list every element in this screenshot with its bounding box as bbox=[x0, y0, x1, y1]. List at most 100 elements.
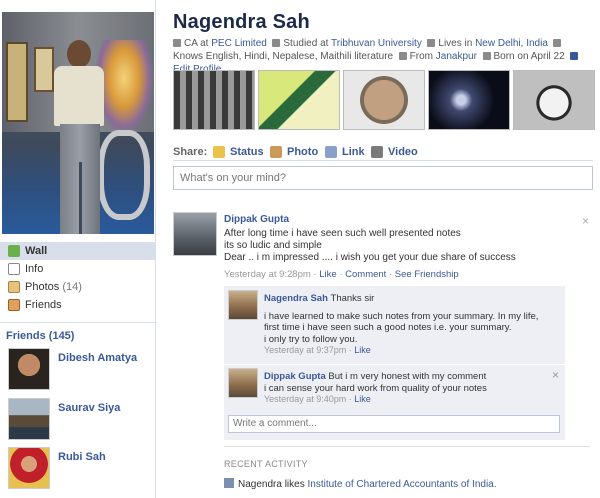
comment-meta: Yesterday at 9:37pm · Like bbox=[264, 345, 371, 355]
friend-item[interactable]: Dibesh Amatya bbox=[8, 348, 154, 394]
briefcase-icon bbox=[173, 39, 181, 47]
info-text: Lives in bbox=[438, 38, 473, 49]
see-friendship-link[interactable]: See Friendship bbox=[395, 269, 459, 280]
wall-icon bbox=[8, 245, 20, 257]
nav-item-info[interactable]: Info bbox=[0, 260, 155, 278]
write-comment-input[interactable]: Write a comment... bbox=[228, 415, 560, 433]
house-icon bbox=[398, 52, 407, 60]
share-option-label: Status bbox=[230, 146, 264, 158]
birthday-text: Born on April 22 bbox=[493, 51, 565, 62]
photo-icon bbox=[270, 146, 282, 158]
work-link[interactable]: PEC Limited bbox=[211, 38, 267, 49]
photo-frame-shape bbox=[6, 42, 28, 122]
recent-activity-title: RECENT ACTIVITY bbox=[224, 459, 308, 469]
divider bbox=[224, 364, 565, 365]
nav-label: Wall bbox=[25, 245, 48, 257]
friends-title[interactable]: Friends (145) bbox=[6, 330, 74, 342]
page-icon bbox=[224, 478, 234, 488]
comment-link[interactable]: Comment bbox=[345, 269, 386, 280]
from-link[interactable]: Janakpur bbox=[436, 51, 477, 62]
info-text: CA at bbox=[184, 38, 209, 49]
share-label: Share: bbox=[173, 146, 208, 158]
comment-line: i have learned to make such notes from y… bbox=[264, 310, 539, 322]
comments-box: Nagendra Sah Thanks sir i have learned t… bbox=[224, 286, 565, 440]
comment-like-link[interactable]: Like bbox=[354, 345, 371, 355]
close-icon[interactable]: × bbox=[582, 214, 589, 228]
comment-text: Dippak Gupta But i m very honest with my… bbox=[264, 371, 556, 406]
comment-line: i can sense your hard work from quality … bbox=[264, 382, 487, 394]
recent-activity-link[interactable]: Institute of Chartered Accountants of In… bbox=[308, 479, 497, 490]
divider bbox=[0, 322, 155, 323]
nav-item-photos[interactable]: Photos (14) bbox=[0, 278, 155, 296]
nav-item-wall[interactable]: Wall bbox=[0, 242, 155, 260]
photo-thumbnail[interactable] bbox=[173, 70, 255, 130]
photo-wheel-shape bbox=[98, 130, 150, 220]
post-author-avatar[interactable] bbox=[173, 212, 217, 256]
photo-thumbnail[interactable] bbox=[428, 70, 510, 130]
link-icon bbox=[325, 146, 337, 158]
photos-count: (14) bbox=[62, 281, 82, 293]
share-photo-button[interactable]: Photo bbox=[270, 146, 318, 158]
share-status-button[interactable]: Status bbox=[213, 146, 264, 158]
friend-name[interactable]: Rubi Sah bbox=[58, 451, 106, 463]
comment-time[interactable]: Yesterday at 9:40pm bbox=[264, 394, 346, 404]
photos-icon bbox=[8, 281, 20, 293]
comment-line: i only try to follow you. bbox=[264, 333, 358, 345]
recent-activity-item: Nagendra likes Institute of Chartered Ac… bbox=[224, 478, 497, 490]
lives-link[interactable]: New Delhi, India bbox=[475, 38, 548, 49]
comment-author[interactable]: Nagendra Sah bbox=[264, 293, 328, 304]
calendar-icon bbox=[482, 52, 491, 60]
friend-name[interactable]: Saurav Siya bbox=[58, 402, 120, 414]
comment-like-link[interactable]: Like bbox=[354, 394, 371, 404]
friend-item[interactable]: Rubi Sah bbox=[8, 447, 154, 493]
comment-line: first time i have seen such a good notes… bbox=[264, 322, 512, 333]
home-icon bbox=[427, 39, 436, 47]
divider bbox=[224, 446, 590, 447]
recent-activity-text: Nagendra likes bbox=[238, 479, 305, 490]
school-icon bbox=[272, 39, 281, 47]
photo-leg-gap bbox=[79, 162, 82, 234]
divider bbox=[173, 160, 593, 161]
nav-label: Info bbox=[25, 263, 44, 275]
nav-item-friends[interactable]: Friends bbox=[0, 296, 155, 314]
friend-name[interactable]: Dibesh Amatya bbox=[58, 352, 137, 364]
post-body: After long time i have seen such well pr… bbox=[224, 228, 564, 264]
post-time[interactable]: Yesterday at 9:28pm bbox=[224, 269, 311, 280]
pencil-icon bbox=[570, 52, 579, 60]
photo-person-head bbox=[67, 40, 91, 68]
post-author[interactable]: Dippak Gupta bbox=[224, 214, 289, 225]
video-icon bbox=[371, 146, 383, 158]
comment-avatar[interactable] bbox=[228, 368, 258, 398]
post-line: After long time i have seen such well pr… bbox=[224, 228, 461, 239]
photo-thumbnail[interactable] bbox=[513, 70, 595, 130]
nav-label: Friends bbox=[25, 299, 62, 311]
status-input[interactable]: What's on your mind? bbox=[173, 166, 593, 190]
friend-avatar[interactable] bbox=[8, 398, 50, 440]
info-icon bbox=[8, 263, 20, 275]
nav-label: Photos bbox=[25, 281, 60, 293]
comment-avatar[interactable] bbox=[228, 290, 258, 320]
comment-first-line: But i m very honest with my comment bbox=[328, 371, 487, 382]
friend-avatar[interactable] bbox=[8, 348, 50, 390]
friend-item[interactable]: Saurav Siya bbox=[8, 398, 154, 444]
comment-author[interactable]: Dippak Gupta bbox=[264, 371, 326, 382]
photo-strip bbox=[173, 70, 596, 130]
photo-thumbnail[interactable] bbox=[258, 70, 340, 130]
comment-first-line: Thanks sir bbox=[330, 293, 375, 304]
school-link[interactable]: Tribhuvan University bbox=[331, 38, 422, 49]
photo-frame-shape bbox=[34, 47, 54, 92]
share-video-button[interactable]: Video bbox=[371, 146, 418, 158]
profile-picture[interactable] bbox=[2, 12, 154, 234]
friend-avatar[interactable] bbox=[8, 447, 50, 489]
close-icon[interactable]: × bbox=[552, 368, 559, 382]
share-link-button[interactable]: Link bbox=[325, 146, 365, 158]
like-link[interactable]: Like bbox=[319, 269, 336, 280]
comment-text: Nagendra Sah Thanks sir i have learned t… bbox=[264, 293, 556, 357]
post-line: its so ludic and simple bbox=[224, 240, 322, 251]
info-text: Knows bbox=[173, 51, 204, 62]
languages-text: English, Hindi, Nepalese, Maithili liter… bbox=[205, 51, 394, 62]
globe-icon bbox=[553, 39, 562, 47]
comment-time[interactable]: Yesterday at 9:37pm bbox=[264, 345, 346, 355]
post-meta: Yesterday at 9:28pm · Like · Comment · S… bbox=[224, 269, 459, 280]
photo-thumbnail[interactable] bbox=[343, 70, 425, 130]
